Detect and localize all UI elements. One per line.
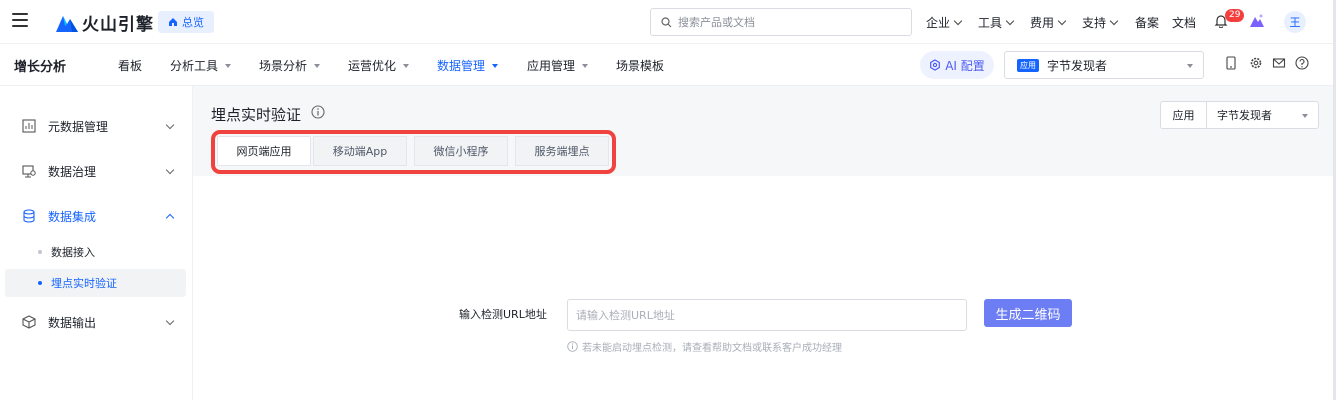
avatar[interactable]: 王 [1284,11,1306,33]
nav-dashboard-label: 看板 [118,59,143,73]
menu-support[interactable]: 支持 [1082,14,1119,31]
app-tag: 应用 [1017,58,1039,72]
sidebar-item-label: 数据集成 [48,209,97,224]
hint-label: 若未能启动埋点检测，请查看帮助文档或联系客户成功经理 [582,343,842,354]
menu-enterprise-label: 企业 [926,16,951,30]
search-input[interactable] [678,15,898,29]
monitor-icon [22,165,36,178]
ai-gear-icon [930,59,941,71]
chevron-down-icon [1057,16,1067,25]
nav-analysis-tools-label: 分析工具 [170,59,219,73]
nav-app-management[interactable]: 应用管理 [527,57,589,74]
nav-operations-label: 运营优化 [348,59,397,73]
nav-scenario-templates[interactable]: 场景模板 [616,57,664,74]
page-header: 埋点实时验证 网页端应用 移动端App 微信小程序 服务端埋点 应用 字节发现者 [193,86,1336,176]
ai-config-button[interactable]: AI 配置 [920,51,994,79]
chevron-down-icon [165,120,175,130]
nav-scenario-templates-label: 场景模板 [616,59,665,73]
database-icon [23,209,35,223]
sidebar-subitem-data-ingestion[interactable]: 数据接入 [5,238,186,266]
product-name: 增长分析 [14,60,67,75]
menu-support-label: 支持 [1082,16,1107,30]
chevron-up-icon [165,213,175,223]
bullet-dot [38,250,42,254]
sidebar-subitem-label: 埋点实时验证 [51,277,117,290]
sidebar-item-label: 数据治理 [48,164,97,179]
tabs-highlight [211,130,616,174]
app-filter-value: 字节发现者 [1217,109,1272,122]
top-bar: 火山引擎 总览 企业 工具 费用 支持 备案 文档 29 王 [0,0,1336,44]
menu-enterprise[interactable]: 企业 [926,14,963,31]
chevron-down-icon [165,316,175,326]
chevron-down-icon [165,165,175,175]
sidebar-item-label: 数据输出 [48,315,97,330]
caret-down-icon [582,63,589,68]
validation-panel: 输入检测URL地址 生成二维码 若未能启动埋点检测，请查看帮助文档或联系客户成功… [193,176,1336,400]
help-icon[interactable] [1295,56,1309,70]
app-filter-label: 应用 [1161,102,1207,128]
generate-qrcode-button[interactable]: 生成二维码 [984,299,1072,327]
search-icon [661,16,672,27]
cube-icon [22,315,36,329]
settings-icon[interactable] [1249,56,1263,70]
url-label: 输入检测URL地址 [459,308,547,321]
brand-logo[interactable]: 火山引擎 [56,10,154,35]
bullet-dot [38,281,42,285]
menu-tools[interactable]: 工具 [978,14,1015,31]
app-selector-value: 字节发现者 [1047,58,1108,73]
gem-icon[interactable] [1249,13,1265,29]
caret-down-icon [403,63,410,68]
chart-icon [22,119,36,133]
caret-down-icon [225,63,232,68]
sidebar-item-metadata[interactable]: 元数据管理 [0,109,193,143]
overview-button[interactable]: 总览 [158,11,214,33]
caret-down-icon [1302,114,1308,118]
notification-badge: 29 [1225,9,1245,22]
sidebar: 元数据管理 数据治理 数据集成 数据接入 埋点实时验证 数据输出 [0,86,193,400]
nav-scenario-analysis-label: 场景分析 [259,59,308,73]
volcano-logo-icon [56,16,78,32]
app-selector[interactable]: 应用 字节发现者 [1004,51,1204,79]
nav-data-management[interactable]: 数据管理 [437,57,499,74]
menu-icon[interactable] [12,13,28,27]
product-nav: 增长分析 看板 分析工具 场景分析 运营优化 数据管理 应用管理 场景模板 AI… [0,44,1336,86]
url-input[interactable] [567,299,967,331]
brand-name: 火山引擎 [82,14,154,35]
info-icon[interactable] [311,105,325,119]
home-icon [169,18,177,26]
page-title: 埋点实时验证 [211,106,302,124]
link-docs[interactable]: 文档 [1172,14,1196,31]
mail-icon[interactable] [1272,56,1286,70]
sidebar-item-governance[interactable]: 数据治理 [0,154,193,188]
sidebar-subitem-label: 数据接入 [51,246,95,259]
nav-scenario-analysis[interactable]: 场景分析 [259,57,321,74]
nav-data-management-label: 数据管理 [437,59,486,73]
caret-down-icon [492,63,499,68]
nav-dashboard[interactable]: 看板 [118,57,142,74]
sidebar-subitem-realtime-validation[interactable]: 埋点实时验证 [5,269,186,297]
chevron-down-icon [1005,16,1015,25]
sidebar-item-label: 元数据管理 [48,119,109,134]
overview-label: 总览 [182,16,204,29]
nav-analysis-tools[interactable]: 分析工具 [170,57,232,74]
mobile-icon[interactable] [1224,56,1238,70]
caret-down-icon [314,63,321,68]
chevron-down-icon [953,16,963,25]
ai-config-label: AI 配置 [945,58,985,73]
sidebar-item-output[interactable]: 数据输出 [0,305,193,339]
menu-tools-label: 工具 [978,16,1003,30]
menu-billing[interactable]: 费用 [1030,14,1067,31]
hint-text: 若未能启动埋点检测，请查看帮助文档或联系客户成功经理 [567,339,842,354]
nav-operations[interactable]: 运营优化 [348,57,410,74]
search-box[interactable] [650,8,912,36]
info-icon [567,341,578,352]
link-filing[interactable]: 备案 [1135,14,1159,31]
chevron-down-icon [1109,16,1119,25]
sidebar-item-integration[interactable]: 数据集成 [0,199,193,233]
menu-billing-label: 费用 [1030,16,1055,30]
nav-app-management-label: 应用管理 [527,59,576,73]
app-filter[interactable]: 应用 字节发现者 [1160,101,1319,129]
caret-down-icon [1187,64,1193,68]
